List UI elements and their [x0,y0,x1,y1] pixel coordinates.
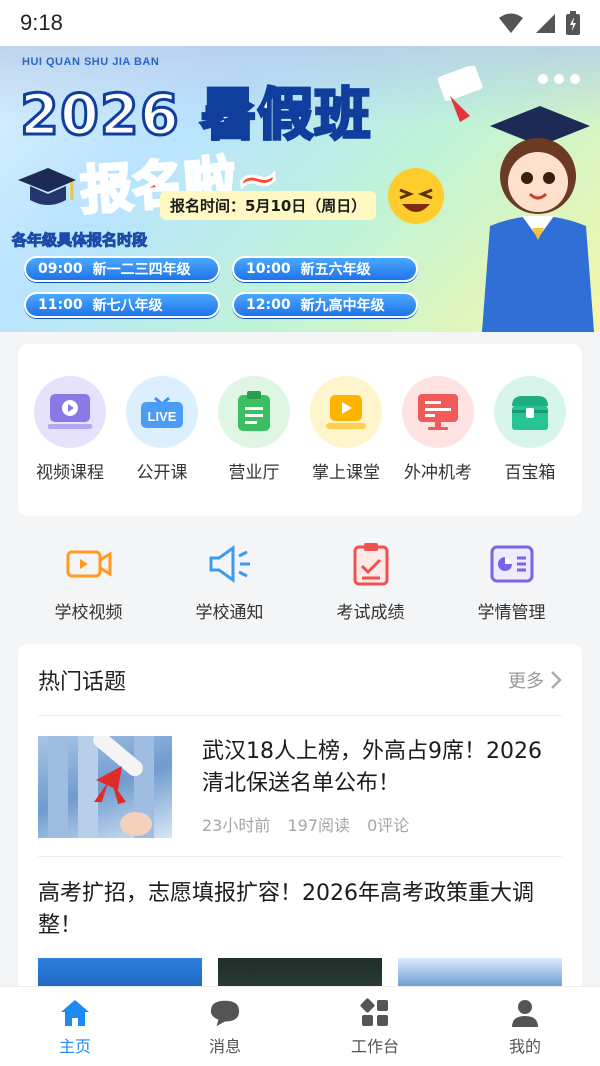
school-menu: 学校视频 学校通知 考试成绩 学情管理 [18,540,582,623]
graduate-girl-illustration [437,66,594,332]
graduation-cap-icon [18,168,76,205]
hot-topics-header: 热门话题 更多 [38,644,562,716]
battery-icon [566,11,580,35]
quick-menu-card: 视频课程 LIVE 公开课 营业厅 掌上课堂 外冲机考 百宝箱 [18,344,582,516]
more-link[interactable]: 更多 [508,667,562,693]
svg-text:LIVE: LIVE [148,409,177,424]
slot-2: 10:00 新五六年级 [232,256,418,282]
article-image [218,958,382,986]
menu-school-notice[interactable]: 学校通知 [170,540,290,623]
banner-pinyin: HUI QUAN SHU JIA BAN [22,56,160,68]
megaphone-icon [206,540,254,588]
menu-public-class[interactable]: LIVE 公开课 [117,376,207,483]
nav-workbench[interactable]: 工作台 [300,987,450,1066]
status-icons [498,11,580,35]
video-course-icon [34,376,106,448]
banner-reg-time: 报名时间：5月10日（周日） [160,191,377,220]
divider [38,856,562,857]
more-options-icon[interactable] [538,74,580,84]
article-reads: 197阅读 [287,816,351,835]
nav-messages[interactable]: 消息 [150,987,300,1066]
treasure-box-icon [494,376,566,448]
menu-learning-management[interactable]: 学情管理 [452,540,572,623]
bottom-nav: 主页 消息 工作台 我的 [0,986,600,1066]
menu-online-exam[interactable]: 外冲机考 [393,376,483,483]
chat-icon [209,997,241,1029]
play-icon [310,376,382,448]
chevron-right-icon [551,670,562,689]
home-icon [59,997,91,1029]
nav-profile[interactable]: 我的 [450,987,600,1066]
status-time: 9:18 [20,10,63,35]
menu-service-hall[interactable]: 营业厅 [209,376,299,483]
banner-grade-heading: 各年级具体报名时段 [11,231,148,250]
status-bar: 9:18 [0,0,600,46]
article-image [398,958,562,986]
hot-topics-title: 热门话题 [38,669,127,695]
article-item[interactable]: 武汉18人上榜，外高占9席！2026清北保送名单公布！ 23小时前 197阅读 … [38,736,562,840]
laughing-emoji-icon [388,168,444,224]
article-meta: 23小时前 197阅读 0评论 [202,812,421,836]
promo-banner[interactable]: HUI QUAN SHU JIA BAN 2026 暑假班 报名啦~ 报名时间：… [0,46,600,332]
banner-title: 2026 暑假班 [18,82,372,150]
article-image [38,958,202,986]
menu-exam-scores[interactable]: 考试成绩 [311,540,431,623]
article-title: 武汉18人上榜，外高占9席！2026清北保送名单公布！ [202,739,542,796]
video-camera-icon [65,540,113,588]
menu-school-video[interactable]: 学校视频 [29,540,149,623]
clipboard-icon [218,376,290,448]
wifi-icon [499,13,523,33]
slot-1: 09:00 新一二三四年级 [24,256,220,282]
analytics-icon [488,540,536,588]
menu-mobile-class[interactable]: 掌上课堂 [301,376,391,483]
slot-4: 12:00 新九高中年级 [232,292,418,318]
score-report-icon [347,540,395,588]
live-icon: LIVE [126,376,198,448]
article-comments: 0评论 [367,816,410,835]
signal-icon [536,14,555,33]
menu-toolbox[interactable]: 百宝箱 [485,376,575,483]
article-thumbnail [38,736,172,838]
article-title-2[interactable]: 高考扩招，志愿填报扩容！2026年高考政策重大调整！ [38,878,562,942]
menu-video-course[interactable]: 视频课程 [25,376,115,483]
slot-3: 11:00 新七八年级 [24,292,220,318]
article-time: 23小时前 [202,816,271,835]
article-thumbnails-2 [38,958,562,986]
grid-icon [359,997,391,1029]
nav-home[interactable]: 主页 [0,987,150,1066]
monitor-icon [402,376,474,448]
hot-topics-section: 热门话题 更多 武汉18人上榜，外高占9席！2026清北保送名单公布！ 23小时… [18,644,582,986]
user-icon [509,997,541,1029]
